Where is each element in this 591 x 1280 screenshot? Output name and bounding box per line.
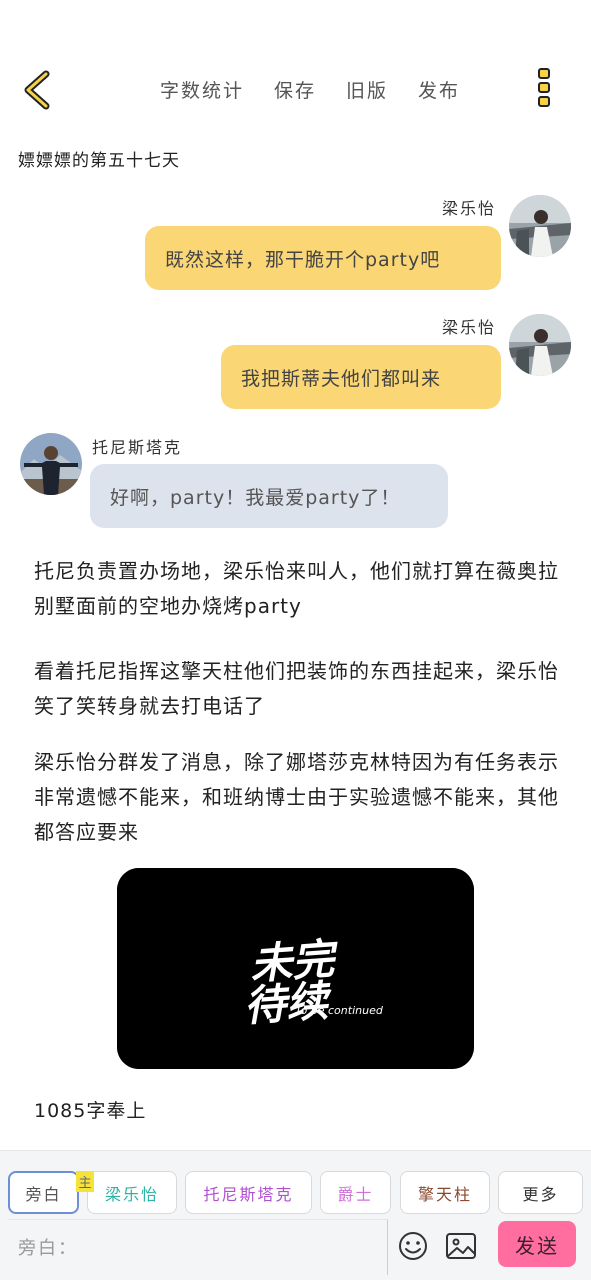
narration-paragraph: 梁乐怡分群发了消息，除了娜塔莎克林特因为有任务表示非常遗憾不能来，和班纳博士由于… — [34, 750, 559, 844]
narration-paragraph: 托尼负责置办场地，梁乐怡来叫人，他们就打算在薇奥拉别墅面前的空地办烧烤party — [34, 559, 559, 618]
avatar[interactable] — [509, 314, 571, 376]
message-bubble: 我把斯蒂夫他们都叫来 — [221, 345, 501, 409]
input-row: 旁白： 发送 — [8, 1219, 583, 1275]
speaker-name: 托尼斯塔克 — [92, 438, 183, 457]
chip-jazz[interactable]: 爵士 — [320, 1171, 391, 1214]
story-title: 嫖嫖嫖的第五十七天 — [18, 151, 180, 171]
speaker-name: 梁乐怡 — [442, 318, 497, 337]
avatar[interactable] — [20, 433, 82, 495]
character-chips: 旁白 梁乐怡 托尼斯塔克 爵士 擎天柱 更多 — [8, 1171, 583, 1215]
word-count-note: 1085字奉上 — [34, 1100, 147, 1122]
chip-liang-leyi[interactable]: 梁乐怡 — [87, 1171, 177, 1214]
speaker-name: 梁乐怡 — [442, 199, 497, 218]
chip-narrator[interactable]: 旁白 — [8, 1171, 79, 1214]
composer-panel: 旁白 梁乐怡 托尼斯塔克 爵士 擎天柱 更多 主 旁白： 发送 — [0, 1150, 591, 1280]
more-menu-icon[interactable] — [536, 68, 552, 112]
emoji-icon[interactable] — [398, 1231, 428, 1261]
main-character-badge: 主 — [76, 1171, 94, 1192]
to-be-continued-image: 未完 待续 To be continued — [117, 868, 474, 1069]
save-button[interactable]: 保存 — [274, 76, 316, 103]
message-bubble: 既然这样，那干脆开个party吧 — [145, 226, 501, 290]
tbc-english: To be continued — [295, 1004, 384, 1017]
send-button[interactable]: 发送 — [498, 1221, 576, 1267]
chip-optimus-prime[interactable]: 擎天柱 — [400, 1171, 490, 1214]
publish-button[interactable]: 发布 — [418, 76, 460, 103]
word-count-button[interactable]: 字数统计 — [160, 76, 244, 103]
top-actions: 字数统计 保存 旧版 发布 — [160, 76, 460, 103]
narration-paragraph: 看着托尼指挥这擎天柱他们把装饰的东西挂起来，梁乐怡笑了笑转身就去打电话了 — [34, 659, 559, 718]
avatar[interactable] — [509, 195, 571, 257]
back-icon[interactable] — [18, 68, 58, 112]
image-icon[interactable] — [445, 1231, 477, 1261]
message-input[interactable]: 旁白： — [8, 1219, 388, 1275]
old-version-button[interactable]: 旧版 — [346, 76, 388, 103]
chip-more[interactable]: 更多 — [498, 1171, 583, 1214]
chip-tony-stark[interactable]: 托尼斯塔克 — [185, 1171, 312, 1214]
message-bubble: 好啊，party！我最爱party了！ — [90, 464, 448, 528]
top-bar: 字数统计 保存 旧版 发布 — [0, 60, 591, 120]
